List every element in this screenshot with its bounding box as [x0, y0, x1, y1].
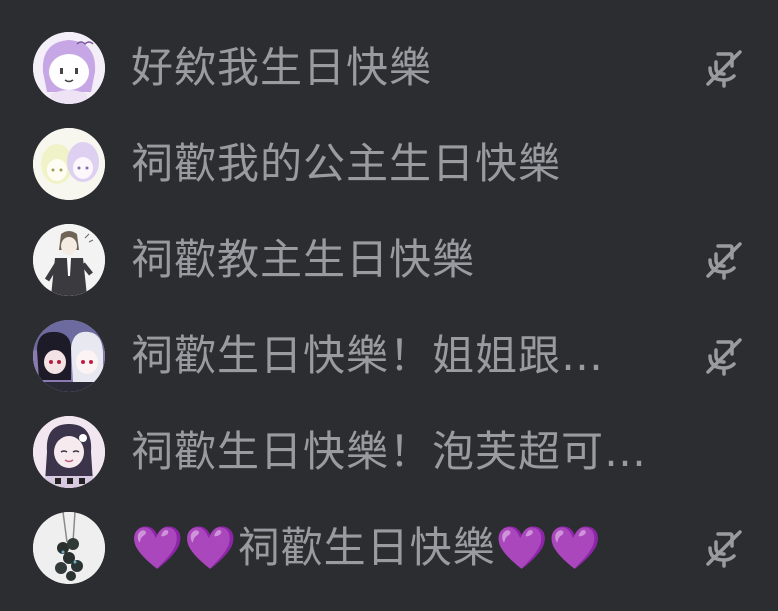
mic-muted-icon — [706, 530, 742, 568]
member-name: 祠歡教主生日快樂 — [131, 235, 476, 284]
heart-emoji: 💜💜 — [131, 523, 238, 572]
member-name: 祠歡生日快樂！姐姐跟… — [131, 331, 605, 380]
member-row[interactable]: 💜💜祠歡生日快樂💜💜 — [0, 500, 778, 596]
mic-muted-icon — [706, 338, 742, 376]
avatar[interactable] — [33, 416, 105, 488]
member-name: 祠歡我的公主生日快樂 — [131, 139, 562, 188]
avatar-dark-duo-icon — [33, 320, 105, 392]
member-row[interactable]: 好欸我生日快樂 — [0, 20, 778, 116]
member-row[interactable]: 祠歡教主生日快樂 — [0, 212, 778, 308]
mic-muted-icon — [706, 50, 742, 88]
member-list: 好欸我生日快樂 祠歡我的公主生日快樂 祠歡教主生日快樂 祠歡生日快樂！姐姐跟… … — [0, 0, 778, 611]
member-row[interactable]: 祠歡生日快樂！泡芙超可… — [0, 404, 778, 500]
avatar-purple-hair-icon — [33, 32, 105, 104]
avatar[interactable] — [33, 32, 105, 104]
member-row[interactable]: 祠歡我的公主生日快樂 — [0, 116, 778, 212]
avatar-dark-hair-girl-icon — [33, 416, 105, 488]
avatar[interactable] — [33, 320, 105, 392]
member-name-text: 祠歡生日快樂 — [237, 523, 496, 572]
avatar-suit-figure-icon — [33, 224, 105, 296]
avatar-pastel-duo-icon — [33, 128, 105, 200]
heart-emoji: 💜💜 — [495, 523, 603, 572]
member-row[interactable]: 祠歡生日快樂！姐姐跟… — [0, 308, 778, 404]
member-name: 💜💜祠歡生日快樂💜💜 — [131, 522, 602, 574]
avatar[interactable] — [33, 512, 105, 584]
mic-muted-icon — [706, 242, 742, 280]
avatar[interactable] — [33, 224, 105, 296]
member-name: 好欸我生日快樂 — [131, 43, 433, 92]
avatar[interactable] — [33, 128, 105, 200]
avatar-keychain-icon — [33, 512, 105, 584]
member-name: 祠歡生日快樂！泡芙超可… — [131, 427, 648, 476]
